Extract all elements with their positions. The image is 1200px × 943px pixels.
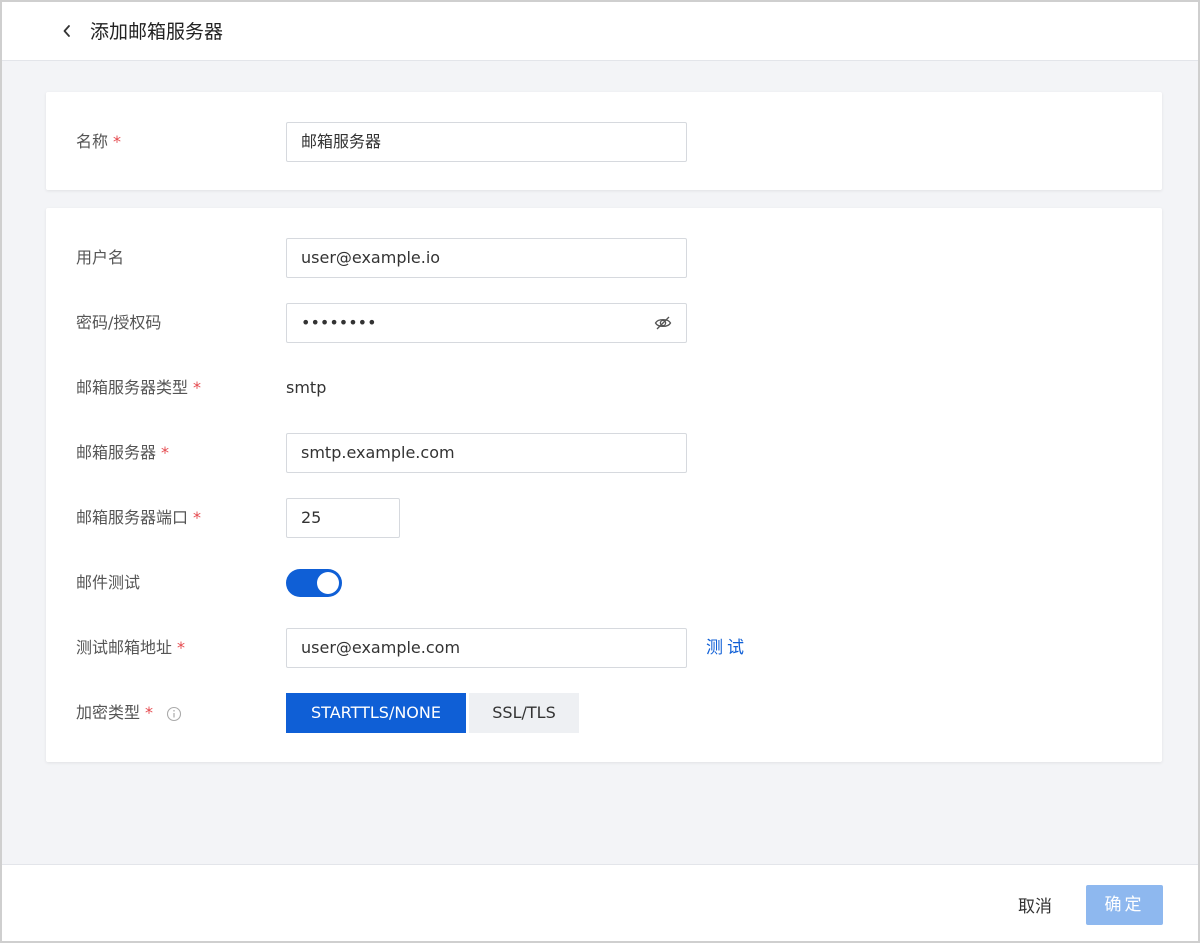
test-button[interactable]: 测试 [706, 628, 748, 668]
username-label: 用户名 [76, 248, 125, 267]
server-row: 邮箱服务器 * smtp.example.com [46, 433, 1162, 473]
required-mark: * [177, 638, 186, 657]
server-type-value: smtp [286, 378, 327, 397]
username-value: user@example.io [301, 248, 441, 267]
server-label: 邮箱服务器 * [76, 443, 170, 462]
name-card: 名称 * 邮箱服务器 [46, 92, 1162, 190]
confirm-button[interactable]: 确定 [1086, 885, 1163, 925]
dialog-frame: 添加邮箱服务器 名称 * 邮箱服务器 用户名 user@example.io 密码… [0, 0, 1200, 943]
server-type-label: 邮箱服务器类型 * [76, 378, 202, 397]
required-mark: * [145, 703, 154, 722]
toggle-knob [317, 572, 339, 594]
mail-test-label: 邮件测试 [76, 573, 141, 592]
password-row: 密码/授权码 •••••••• [46, 303, 1162, 343]
required-mark: * [193, 508, 202, 527]
name-label: 名称 * [76, 132, 122, 151]
username-input[interactable]: user@example.io [286, 238, 687, 278]
mail-test-toggle[interactable] [286, 569, 342, 597]
required-mark: * [113, 132, 122, 151]
encryption-option-starttls[interactable]: STARTTLS/NONE [286, 693, 466, 733]
name-value: 邮箱服务器 [301, 132, 382, 151]
server-value: smtp.example.com [301, 443, 455, 462]
test-address-input[interactable]: user@example.com [286, 628, 687, 668]
test-address-label: 测试邮箱地址 * [76, 638, 186, 657]
server-input[interactable]: smtp.example.com [286, 433, 687, 473]
required-mark: * [193, 378, 202, 397]
encryption-label: 加密类型 * [76, 693, 182, 733]
eye-off-icon[interactable] [654, 314, 672, 332]
server-config-card: 用户名 user@example.io 密码/授权码 •••••••• 邮箱服务… [46, 208, 1162, 762]
name-row: 名称 * 邮箱服务器 [46, 122, 1162, 162]
port-label: 邮箱服务器端口 * [76, 508, 202, 527]
server-type-row: 邮箱服务器类型 * smtp [46, 368, 1162, 408]
page-header: 添加邮箱服务器 [2, 2, 1198, 61]
cancel-button[interactable]: 取消 [1018, 887, 1052, 927]
username-row: 用户名 user@example.io [46, 238, 1162, 278]
page-title: 添加邮箱服务器 [90, 21, 224, 43]
test-address-value: user@example.com [301, 638, 461, 657]
name-input[interactable]: 邮箱服务器 [286, 122, 687, 162]
test-address-row: 测试邮箱地址 * user@example.com 测试 [46, 628, 1162, 668]
port-row: 邮箱服务器端口 * 25 [46, 498, 1162, 538]
mail-test-row: 邮件测试 [46, 563, 1162, 603]
password-value: •••••••• [301, 313, 377, 332]
port-input[interactable]: 25 [286, 498, 400, 538]
port-value: 25 [301, 508, 322, 527]
encryption-option-ssl[interactable]: SSL/TLS [469, 693, 579, 733]
footer-bar: 取消 确定 [2, 864, 1198, 941]
password-label: 密码/授权码 [76, 313, 162, 332]
password-input[interactable]: •••••••• [286, 303, 687, 343]
back-button[interactable] [56, 18, 78, 44]
chevron-left-icon [63, 25, 70, 37]
info-icon[interactable] [166, 706, 182, 722]
required-mark: * [161, 443, 170, 462]
encryption-row: 加密类型 * STARTTLS/NONE SSL/TLS [46, 693, 1162, 733]
